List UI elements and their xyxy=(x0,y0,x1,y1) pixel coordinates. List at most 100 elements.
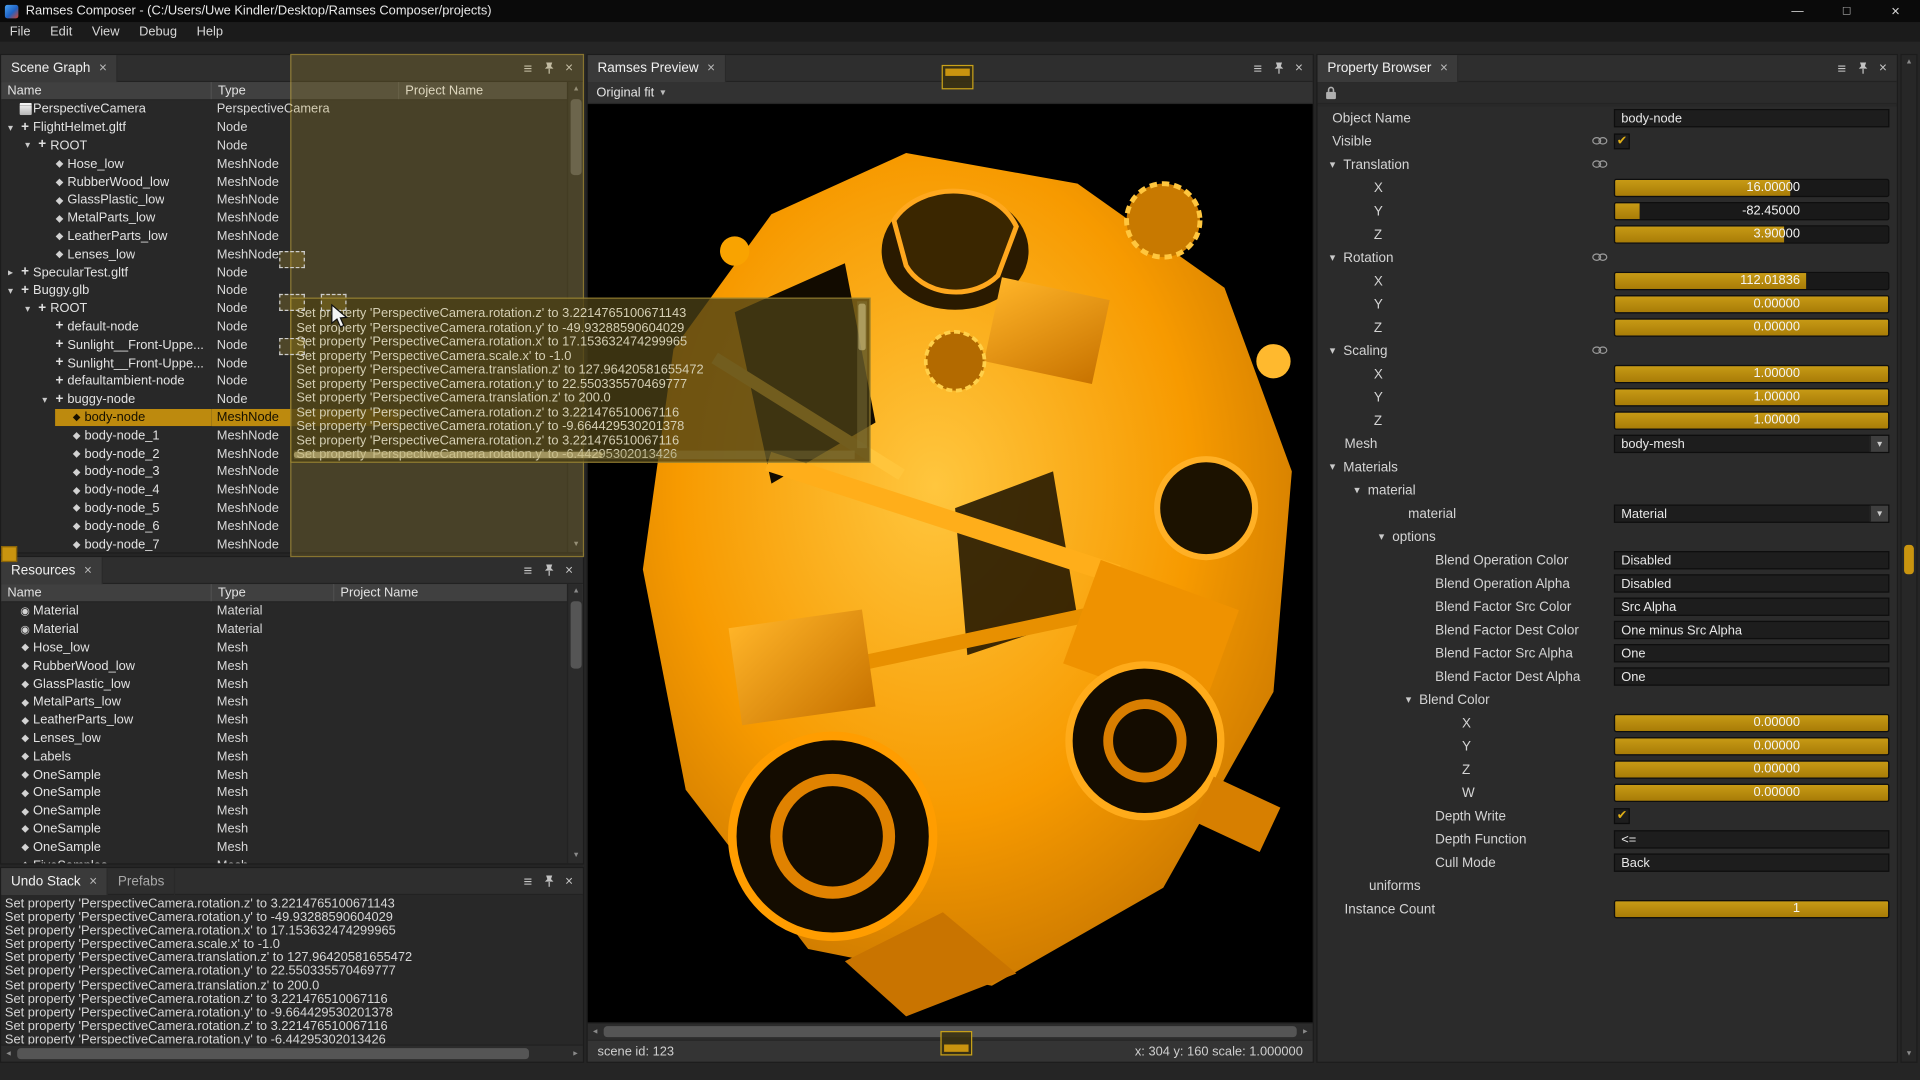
tab-close-icon[interactable]: × xyxy=(99,61,107,76)
value-slider[interactable]: 1.00000 xyxy=(1614,365,1890,383)
resource-row[interactable]: LeatherParts_low Mesh xyxy=(1,711,567,729)
resource-row[interactable]: GlassPlastic_low Mesh xyxy=(1,675,567,693)
value-slider[interactable]: 3.90000 xyxy=(1614,225,1890,243)
panel-menu-icon[interactable]: ≡ xyxy=(524,874,533,889)
tab-close-icon[interactable]: × xyxy=(89,874,97,889)
link-icon[interactable] xyxy=(1592,157,1614,172)
value-field[interactable]: <= ▾ xyxy=(1614,830,1890,848)
scrollbar-handle[interactable] xyxy=(1904,545,1914,574)
link-icon[interactable] xyxy=(1592,250,1614,265)
tab-undo-stack[interactable]: Undo Stack × xyxy=(1,868,108,895)
chevron-down-icon[interactable]: ▾ xyxy=(1330,158,1343,171)
value-slider[interactable]: 0.00000 xyxy=(1614,737,1890,755)
pin-icon[interactable] xyxy=(543,563,554,576)
value-field[interactable]: body-mesh ▾ xyxy=(1614,435,1890,453)
chevron-down-icon[interactable]: ▾ xyxy=(1379,530,1392,543)
panel-close-icon[interactable]: × xyxy=(1879,61,1887,76)
value-slider[interactable]: 1 xyxy=(1614,900,1890,918)
chevron-down-icon[interactable]: ▾ xyxy=(1330,251,1343,264)
value-field[interactable]: Disabled ▾ xyxy=(1614,574,1890,592)
value-field[interactable]: body-node ▾ xyxy=(1614,109,1890,127)
column-header-type[interactable]: Type xyxy=(212,584,334,601)
expander-icon[interactable]: ▾ xyxy=(38,394,51,405)
tab-close-icon[interactable]: × xyxy=(1440,61,1448,76)
preview-viewport[interactable] xyxy=(588,104,1313,1022)
maximize-button[interactable]: □ xyxy=(1822,0,1871,22)
column-header-project[interactable]: Project Name xyxy=(334,584,583,601)
expander-icon[interactable]: ▾ xyxy=(4,122,17,133)
resource-row[interactable]: FiveSamples Mesh xyxy=(1,856,567,863)
undo-h-scrollbar[interactable]: ◄ ► xyxy=(1,1044,583,1061)
resource-row[interactable]: Material Material xyxy=(1,621,567,639)
value-slider[interactable]: 112.01836 xyxy=(1614,272,1890,290)
tab-ramses-preview[interactable]: Ramses Preview × xyxy=(588,54,726,81)
tab-scene-graph[interactable]: Scene Graph × xyxy=(1,54,118,81)
chevron-down-icon[interactable]: ▾ xyxy=(1330,344,1343,357)
menu-item[interactable]: Help xyxy=(187,24,233,39)
resource-row[interactable]: OneSample Mesh xyxy=(1,820,567,838)
value-slider[interactable]: 16.00000 xyxy=(1614,179,1890,197)
scrollbar-handle[interactable] xyxy=(571,601,582,668)
pin-icon[interactable] xyxy=(1857,61,1868,74)
undo-entry[interactable]: Set property 'PerspectiveCamera.rotation… xyxy=(5,1006,583,1020)
resource-row[interactable]: OneSample Mesh xyxy=(1,784,567,802)
value-slider[interactable]: 0.00000 xyxy=(1614,784,1890,802)
scroll-right-icon[interactable]: ► xyxy=(1298,1024,1313,1041)
menu-item[interactable]: File xyxy=(0,24,40,39)
chevron-down-icon[interactable]: ▾ xyxy=(1330,460,1343,473)
resource-row[interactable]: Material Material xyxy=(1,602,567,620)
resource-row[interactable]: RubberWood_low Mesh xyxy=(1,657,567,675)
tab-prefabs[interactable]: Prefabs xyxy=(108,868,175,895)
scroll-down-icon[interactable]: ▼ xyxy=(568,849,584,864)
link-icon[interactable] xyxy=(1592,134,1614,149)
resources-scrollbar[interactable]: ▲ ▼ xyxy=(567,584,583,863)
expander-icon[interactable]: ▾ xyxy=(21,303,34,314)
value-field[interactable]: One ▾ xyxy=(1614,644,1890,662)
value-field[interactable]: Disabled ▾ xyxy=(1614,551,1890,569)
scroll-up-icon[interactable]: ▲ xyxy=(1902,55,1917,70)
value-slider[interactable]: 1.00000 xyxy=(1614,388,1890,406)
resource-row[interactable]: OneSample Mesh xyxy=(1,838,567,856)
scroll-up-icon[interactable]: ▲ xyxy=(568,584,584,599)
panel-menu-icon[interactable]: ≡ xyxy=(524,563,533,578)
value-field[interactable]: One ▾ xyxy=(1614,667,1890,685)
value-field[interactable]: Back ▾ xyxy=(1614,853,1890,871)
close-button[interactable]: × xyxy=(1871,0,1920,22)
resource-row[interactable]: OneSample Mesh xyxy=(1,766,567,784)
menu-item[interactable]: Edit xyxy=(40,24,82,39)
value-field[interactable]: One minus Src Alpha ▾ xyxy=(1614,621,1890,639)
scrollbar-handle[interactable] xyxy=(17,1048,529,1059)
panel-menu-icon[interactable]: ≡ xyxy=(1837,61,1846,76)
menu-item[interactable]: View xyxy=(82,24,129,39)
panel-menu-icon[interactable]: ≡ xyxy=(1253,61,1262,76)
checkbox[interactable]: ✔ xyxy=(1614,808,1630,824)
column-header-name[interactable]: Name xyxy=(1,82,212,99)
fit-mode-select[interactable]: Original fit ▾ xyxy=(596,85,665,100)
scroll-left-icon[interactable]: ◄ xyxy=(588,1024,603,1041)
value-slider[interactable]: 0.00000 xyxy=(1614,295,1890,313)
minimize-button[interactable]: — xyxy=(1773,0,1822,22)
checkbox[interactable]: ✔ xyxy=(1614,133,1630,149)
resource-row[interactable]: OneSample Mesh xyxy=(1,802,567,820)
panel-close-icon[interactable]: × xyxy=(1295,61,1303,76)
resource-row[interactable]: Lenses_low Mesh xyxy=(1,729,567,747)
property-scrollbar[interactable]: ▲ ▼ xyxy=(1900,54,1917,1063)
chevron-down-icon[interactable]: ▾ xyxy=(1406,693,1419,706)
tab-close-icon[interactable]: × xyxy=(84,563,92,578)
expander-icon[interactable]: ▾ xyxy=(21,140,34,151)
undo-entry[interactable]: Set property 'PerspectiveCamera.rotation… xyxy=(5,1033,583,1044)
scroll-right-icon[interactable]: ► xyxy=(568,1046,583,1063)
expander-icon[interactable]: ▾ xyxy=(4,285,17,296)
resource-row[interactable]: Hose_low Mesh xyxy=(1,639,567,657)
undo-entry[interactable]: Set property 'PerspectiveCamera.translat… xyxy=(5,979,583,993)
panel-close-icon[interactable]: × xyxy=(565,563,573,578)
value-slider[interactable]: 0.00000 xyxy=(1614,318,1890,336)
menu-item[interactable]: Debug xyxy=(129,24,186,39)
column-header-name[interactable]: Name xyxy=(1,584,212,601)
link-icon[interactable] xyxy=(1592,343,1614,358)
expander-icon[interactable]: ▸ xyxy=(4,267,17,278)
pin-icon[interactable] xyxy=(1273,61,1284,74)
value-slider[interactable]: 0.00000 xyxy=(1614,714,1890,732)
lock-icon[interactable] xyxy=(1325,85,1337,100)
chevron-down-icon[interactable]: ▾ xyxy=(1354,484,1367,497)
